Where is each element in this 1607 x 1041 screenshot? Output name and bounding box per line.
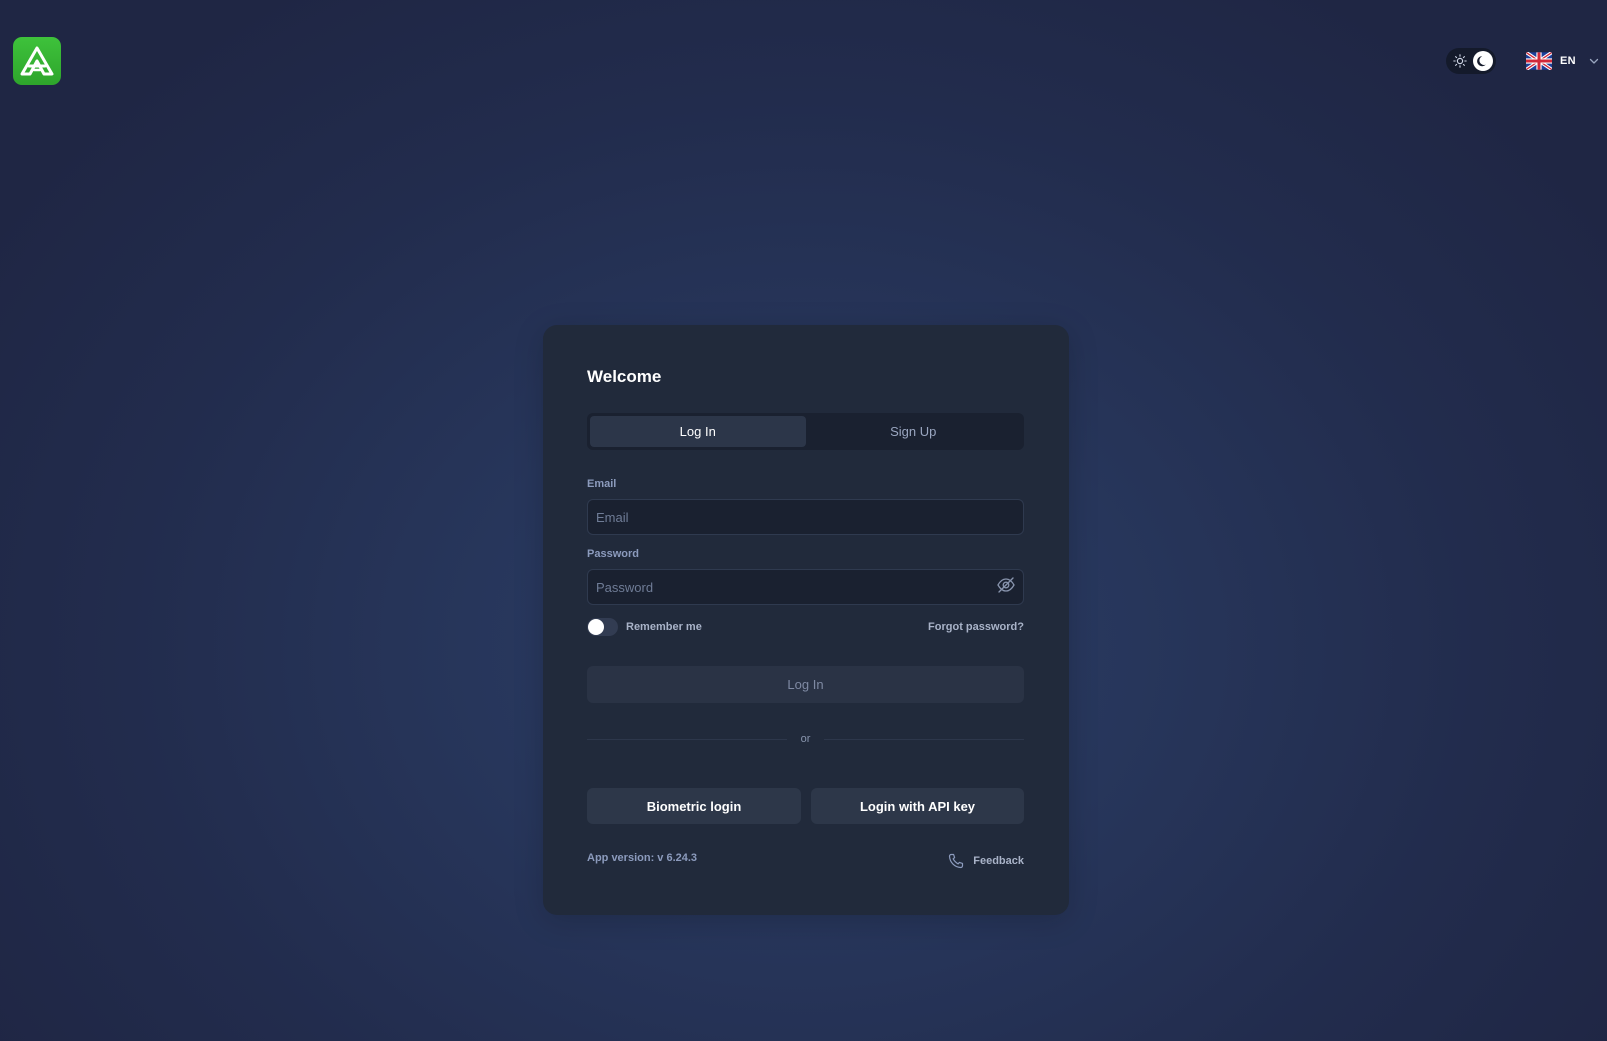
feedback-label: Feedback xyxy=(973,855,1024,867)
remember-me-label: Remember me xyxy=(626,621,702,633)
login-card: Welcome Log In Sign Up Email Password Re… xyxy=(543,325,1069,915)
divider-line xyxy=(824,738,1024,740)
sun-icon xyxy=(1453,54,1467,68)
language-code: EN xyxy=(1560,55,1576,67)
theme-toggle[interactable] xyxy=(1446,48,1496,74)
tab-sign-up[interactable]: Sign Up xyxy=(806,416,1022,447)
biometric-login-button[interactable]: Biometric login xyxy=(587,788,801,824)
feedback-link[interactable]: Feedback xyxy=(948,853,1024,869)
login-button[interactable]: Log In xyxy=(587,666,1024,703)
toggle-knob xyxy=(588,619,604,635)
theme-toggle-knob xyxy=(1473,51,1493,71)
divider-line xyxy=(587,738,787,740)
eye-slash-icon[interactable] xyxy=(996,575,1016,595)
divider-text: or xyxy=(800,733,811,745)
uk-flag-icon xyxy=(1526,52,1552,70)
email-label: Email xyxy=(587,478,617,490)
moon-icon xyxy=(1477,56,1486,67)
password-field[interactable] xyxy=(587,569,1024,605)
or-divider: or xyxy=(587,730,1024,748)
remember-me-toggle[interactable] xyxy=(587,618,618,636)
card-title: Welcome xyxy=(587,367,662,386)
app-version: App version: v 6.24.3 xyxy=(587,852,698,864)
app-logo[interactable] xyxy=(13,37,61,85)
forgot-password-link[interactable]: Forgot password? xyxy=(928,621,1024,633)
email-field[interactable] xyxy=(587,499,1024,535)
api-key-login-button[interactable]: Login with API key xyxy=(811,788,1024,824)
tab-log-in[interactable]: Log In xyxy=(590,416,806,447)
chevron-down-icon xyxy=(1589,58,1599,64)
auth-tabs: Log In Sign Up xyxy=(587,413,1024,450)
password-label: Password xyxy=(587,548,639,560)
remember-me: Remember me xyxy=(587,618,702,636)
language-selector[interactable]: EN xyxy=(1526,50,1600,72)
phone-icon xyxy=(949,853,964,869)
app-logo-icon xyxy=(20,46,54,76)
